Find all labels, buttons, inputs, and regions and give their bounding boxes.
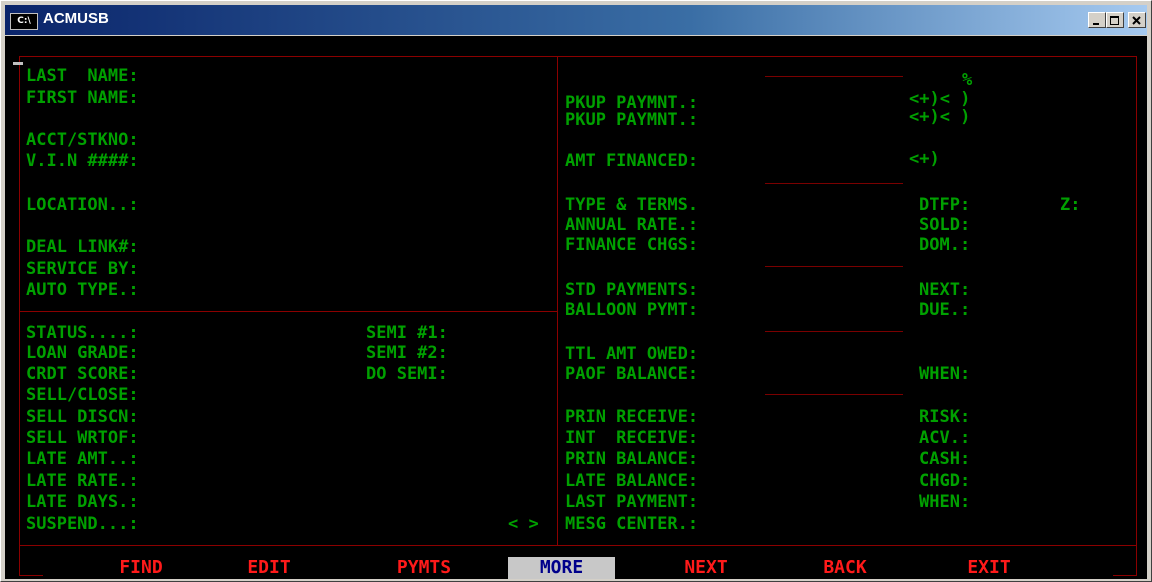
last-payment-label: LAST PAYMENT: — [565, 492, 699, 512]
title-bar[interactable]: C:\ ACMUSB — [5, 5, 1147, 35]
pkup-paymnt-2-label: PKUP PAYMNT.: — [565, 110, 699, 130]
console-app-icon[interactable]: C:\ — [10, 13, 38, 30]
std-payments-label: STD PAYMENTS: — [565, 280, 699, 300]
close-icon — [1132, 16, 1141, 25]
frame-bottom — [19, 545, 1137, 546]
next-label: NEXT: — [919, 280, 971, 300]
frame-left — [19, 56, 20, 546]
console-window: C:\ ACMUSB LAST NAME: FIRST NAME: ACCT/S… — [0, 0, 1152, 582]
pkup-paymnt-1-flag: <+)< ) — [909, 89, 971, 109]
when-label: WHEN: — [919, 364, 971, 384]
close-button[interactable] — [1128, 12, 1146, 28]
field-underline — [765, 183, 903, 184]
sell-discn-label: SELL DISCN: — [26, 407, 139, 427]
chgd-label: CHGD: — [919, 471, 971, 491]
late-days-label: LATE DAYS.: — [26, 492, 139, 512]
window-title: ACMUSB — [43, 10, 109, 27]
semi2-label: SEMI #2: — [366, 343, 448, 363]
field-underline — [765, 266, 903, 267]
frame-divider-vertical — [557, 56, 558, 546]
acct-stkno-label: ACCT/STKNO: — [26, 130, 139, 150]
frame-right — [1136, 56, 1137, 546]
loan-grade-label: LOAN GRADE: — [26, 343, 139, 363]
paof-balance-label: PAOF BALANCE: — [565, 364, 699, 384]
annual-rate-label: ANNUAL RATE.: — [565, 215, 699, 235]
semi1-label: SEMI #1: — [366, 323, 448, 343]
sell-close-label: SELL/CLOSE: — [26, 385, 139, 405]
ttl-amt-owed-label: TTL AMT OWED: — [565, 344, 699, 364]
late-balance-label: LATE BALANCE: — [565, 471, 699, 491]
deal-link-label: DEAL LINK#: — [26, 237, 139, 257]
first-name-label: FIRST NAME: — [26, 88, 139, 108]
menu-edit[interactable]: EDIT — [229, 557, 309, 579]
function-menu-bar: FIND EDIT PYMTS MORE NEXT BACK EXIT — [5, 553, 1147, 579]
console-screen[interactable]: LAST NAME: FIRST NAME: ACCT/STKNO: V.I.N… — [5, 36, 1147, 579]
maximize-button[interactable] — [1106, 12, 1124, 28]
crdt-score-label: CRDT SCORE: — [26, 364, 139, 384]
suspend-label: SUSPEND...: — [26, 514, 139, 534]
int-receive-label: INT RECEIVE: — [565, 428, 699, 448]
prin-receive-label: PRIN RECEIVE: — [565, 407, 699, 427]
last-name-label: LAST NAME: — [26, 66, 139, 86]
field-underline — [765, 331, 903, 332]
menu-next[interactable]: NEXT — [666, 557, 746, 579]
pkup-paymnt-2-flag: <+)< ) — [909, 107, 971, 127]
location-label: LOCATION..: — [26, 195, 139, 215]
vin-label: V.I.N ####: — [26, 151, 139, 171]
text-cursor — [13, 62, 23, 65]
menu-pymts[interactable]: PYMTS — [379, 557, 469, 579]
percent-sign: % — [962, 70, 973, 90]
status-label: STATUS....: — [26, 323, 139, 343]
late-rate-label: LATE RATE.: — [26, 471, 139, 491]
minimize-icon — [1093, 23, 1099, 25]
menu-find[interactable]: FIND — [101, 557, 181, 579]
risk-label: RISK: — [919, 407, 971, 427]
service-by-label: SERVICE BY: — [26, 259, 139, 279]
frame-divider-left — [19, 311, 557, 312]
amt-financed-flag: <+) — [909, 149, 940, 169]
dom-label: DOM.: — [919, 235, 971, 255]
late-amt-label: LATE AMT..: — [26, 449, 139, 469]
cash-label: CASH: — [919, 449, 971, 469]
auto-type-label: AUTO TYPE.: — [26, 280, 139, 300]
prin-balance-label: PRIN BALANCE: — [565, 449, 699, 469]
maximize-icon — [1110, 16, 1119, 25]
frame-top — [19, 56, 1137, 57]
menu-exit[interactable]: EXIT — [949, 557, 1029, 579]
field-underline — [765, 394, 903, 395]
menu-more[interactable]: MORE — [508, 557, 615, 579]
z-label: Z: — [1060, 195, 1081, 215]
suspend-flag: < > — [508, 514, 539, 534]
finance-chgs-label: FINANCE CHGS: — [565, 235, 699, 255]
due-label: DUE.: — [919, 300, 971, 320]
minimize-button[interactable] — [1088, 12, 1106, 28]
field-underline — [765, 76, 903, 77]
dtfp-label: DTFP: — [919, 195, 971, 215]
when-label-2: WHEN: — [919, 492, 971, 512]
sold-label: SOLD: — [919, 215, 971, 235]
amt-financed-label: AMT FINANCED: — [565, 151, 699, 171]
balloon-pymt-label: BALLOON PYMT: — [565, 300, 699, 320]
type-terms-label: TYPE & TERMS. — [565, 195, 699, 215]
menu-back[interactable]: BACK — [805, 557, 885, 579]
mesg-center-label: MESG CENTER.: — [565, 514, 699, 534]
do-semi-label: DO SEMI: — [366, 364, 448, 384]
sell-wrtof-label: SELL WRTOF: — [26, 428, 139, 448]
acv-label: ACV.: — [919, 428, 971, 448]
